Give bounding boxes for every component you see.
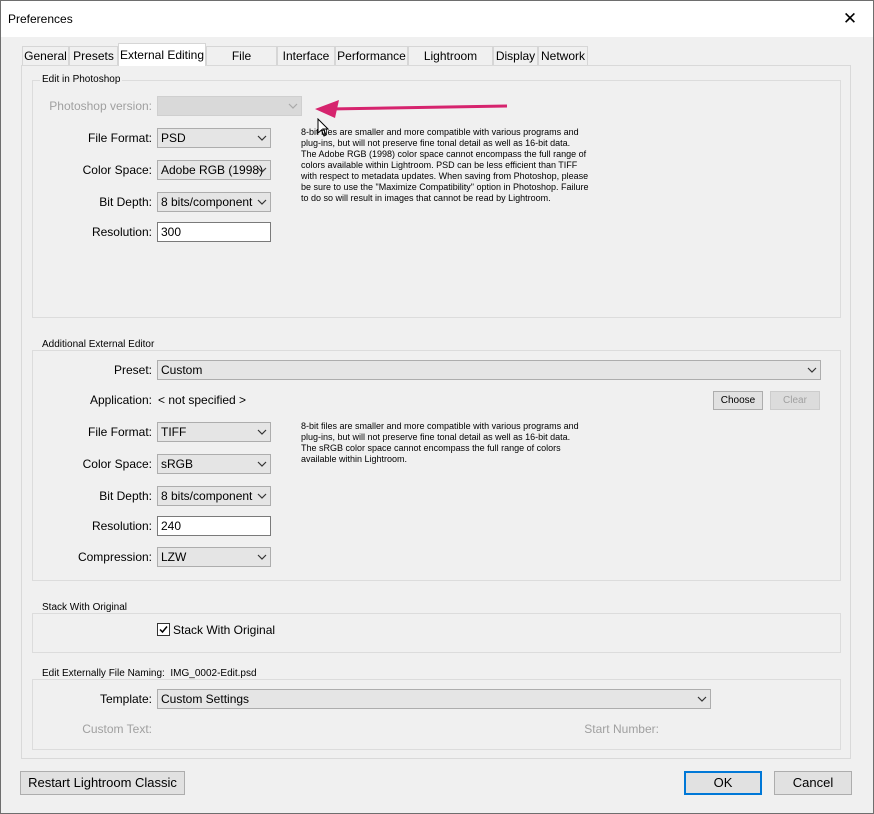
tab-display[interactable]: Display	[493, 46, 538, 65]
photoshop-color-space-label: Color Space:	[82, 163, 152, 177]
preset-value: Custom	[161, 363, 203, 377]
photoshop-version-dropdown[interactable]	[157, 96, 302, 116]
editor-file-format-dropdown[interactable]: TIFF	[157, 422, 271, 442]
preferences-dialog: Preferences ✕ General Presets External E…	[0, 0, 874, 814]
photoshop-color-space-dropdown[interactable]: Adobe RGB (1998)	[157, 160, 271, 180]
help-line: plug-ins, but will not preserve fine ton…	[301, 432, 571, 442]
external-editing-pane: Edit in Photoshop Photoshop version: Fil…	[21, 65, 851, 759]
photoshop-file-format-value: PSD	[161, 131, 186, 145]
template-dropdown[interactable]: Custom Settings	[157, 689, 711, 709]
tab-network[interactable]: Network	[538, 46, 588, 65]
photoshop-resolution-input[interactable]: 300	[157, 222, 271, 242]
close-icon[interactable]: ✕	[827, 1, 873, 37]
additional-editor-group	[32, 350, 841, 581]
editor-color-space-label: Color Space:	[82, 457, 152, 471]
help-line: plug-ins, but will not preserve fine ton…	[301, 138, 571, 148]
editor-file-format-value: TIFF	[161, 425, 187, 439]
help-line: The sRGB color space cannot encompass th…	[301, 443, 561, 453]
custom-text-label: Custom Text:	[82, 722, 152, 736]
window-title: Preferences	[8, 12, 73, 26]
editor-help-text: 8-bit files are smaller and more compati…	[301, 421, 621, 465]
help-line: 8-bit files are smaller and more compati…	[301, 421, 579, 431]
help-line: be sure to use the "Maximize Compatibili…	[301, 182, 589, 192]
start-number-label: Start Number:	[584, 722, 659, 736]
help-line: to do so will result in images that cann…	[301, 193, 551, 203]
application-label: Application:	[89, 393, 152, 407]
editor-color-space-dropdown[interactable]: sRGB	[157, 454, 271, 474]
photoshop-help-text: 8-bit files are smaller and more compati…	[301, 127, 621, 204]
chevron-down-icon	[257, 199, 267, 205]
tab-general[interactable]: General	[22, 46, 69, 65]
checkmark-icon	[159, 626, 168, 634]
file-naming-title: Edit Externally File Naming:	[42, 668, 165, 679]
chevron-down-icon	[288, 103, 298, 109]
additional-editor-group-label: Additional External Editor	[40, 339, 157, 350]
file-naming-group-label: Edit Externally File Naming: IMG_0002-Ed…	[40, 668, 259, 679]
help-line: available within Lightroom.	[301, 454, 408, 464]
compression-label: Compression:	[77, 550, 152, 564]
tab-file-handling[interactable]: File Handling	[206, 46, 277, 82]
compression-dropdown[interactable]: LZW	[157, 547, 271, 567]
photoshop-resolution-label: Resolution:	[91, 225, 152, 239]
editor-resolution-input[interactable]: 240	[157, 516, 271, 536]
help-line: The Adobe RGB (1998) color space cannot …	[301, 149, 587, 159]
editor-bit-depth-value: 8 bits/component	[161, 489, 253, 503]
tab-external-editing[interactable]: External Editing	[118, 43, 206, 66]
edit-in-photoshop-group-label: Edit in Photoshop	[40, 74, 123, 85]
photoshop-version-label: Photoshop version:	[49, 99, 152, 113]
preset-dropdown[interactable]: Custom	[157, 360, 821, 380]
editor-file-format-label: File Format:	[87, 425, 152, 439]
editor-bit-depth-dropdown[interactable]: 8 bits/component	[157, 486, 271, 506]
compression-value: LZW	[161, 550, 187, 564]
restart-lightroom-button[interactable]: Restart Lightroom Classic	[20, 771, 185, 795]
chevron-down-icon	[257, 135, 267, 141]
chevron-down-icon	[257, 554, 267, 560]
chevron-down-icon	[257, 493, 267, 499]
photoshop-color-space-value: Adobe RGB (1998)	[161, 163, 264, 177]
tab-interface[interactable]: Interface	[277, 46, 335, 65]
photoshop-bit-depth-label: Bit Depth:	[99, 195, 152, 209]
tab-performance[interactable]: Performance	[335, 46, 408, 65]
help-line: with respect to metadata updates. When s…	[301, 171, 589, 181]
chevron-down-icon	[257, 167, 267, 173]
application-value: < not specified >	[158, 393, 247, 407]
clear-button[interactable]: Clear	[770, 391, 820, 410]
annotation-arrow-icon	[315, 100, 508, 118]
cancel-button[interactable]: Cancel	[774, 771, 852, 795]
editor-bit-depth-label: Bit Depth:	[99, 489, 152, 503]
stack-group-label: Stack With Original	[40, 602, 130, 613]
ok-button[interactable]: OK	[684, 771, 762, 795]
chevron-down-icon	[257, 461, 267, 467]
template-label: Template:	[99, 692, 152, 706]
photoshop-file-format-dropdown[interactable]: PSD	[157, 128, 271, 148]
editor-color-space-value: sRGB	[161, 457, 194, 471]
stack-with-original-checkbox[interactable]	[157, 623, 170, 636]
photoshop-bit-depth-value: 8 bits/component	[161, 195, 253, 209]
help-line: colors available within Lightroom. PSD c…	[301, 160, 578, 170]
stack-with-original-label[interactable]: Stack With Original	[173, 623, 275, 637]
help-line: 8-bit files are smaller and more compati…	[301, 127, 579, 137]
choose-button[interactable]: Choose	[713, 391, 763, 410]
file-naming-example: IMG_0002-Edit.psd	[170, 668, 257, 679]
chevron-down-icon	[257, 429, 267, 435]
tab-presets[interactable]: Presets	[69, 46, 118, 65]
preset-label: Preset:	[113, 363, 152, 377]
editor-resolution-label: Resolution:	[91, 519, 152, 533]
chevron-down-icon	[697, 696, 707, 702]
photoshop-bit-depth-dropdown[interactable]: 8 bits/component	[157, 192, 271, 212]
tab-lightroom-sync[interactable]: Lightroom Sync	[408, 46, 493, 82]
chevron-down-icon	[807, 367, 817, 373]
template-value: Custom Settings	[161, 692, 250, 706]
title-bar: Preferences ✕	[1, 1, 873, 37]
stack-group	[32, 613, 841, 653]
photoshop-file-format-label: File Format:	[87, 131, 152, 145]
